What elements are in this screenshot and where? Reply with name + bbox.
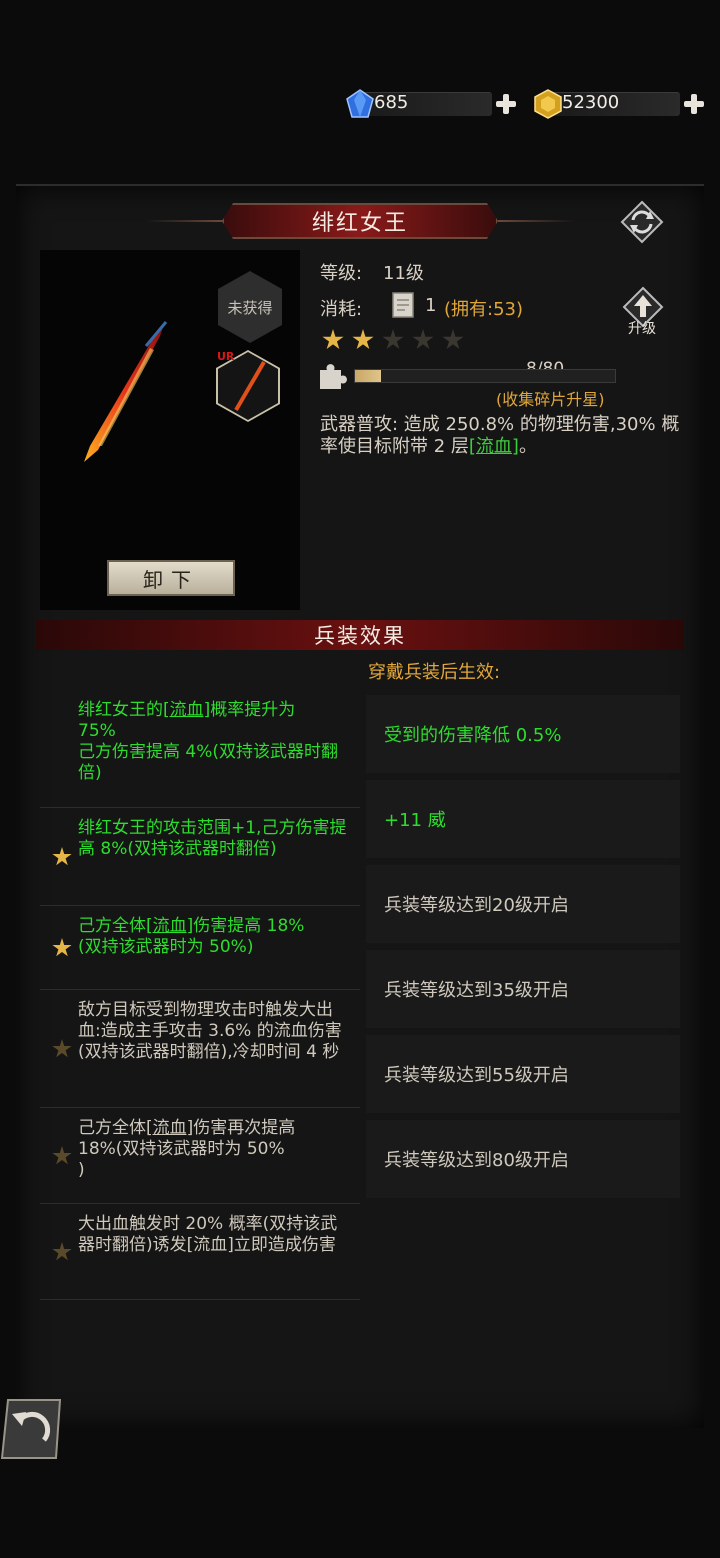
bleed-link[interactable]: [流血] [469, 436, 519, 457]
skill-text: 己方全体[流血]伤害再次提高 18%(双持该武器时为 50% ) [78, 1118, 354, 1181]
skill-text-part: 己方全体 [78, 1118, 146, 1138]
bonus-row: 兵装等级达到35级开启 [366, 950, 680, 1028]
title-line-left [145, 220, 223, 222]
star-icon [52, 1146, 72, 1165]
skill-text-part: 绯红女王的 [78, 700, 163, 720]
cost-label: 消耗: [320, 299, 363, 320]
add-gems-button[interactable] [494, 92, 518, 116]
level-value: 11级 [383, 263, 424, 284]
puzzle-piece-icon [320, 364, 347, 389]
weapon-description: 武器普攻: 造成 250.8% 的物理伤害,30% 概率使目标附带 2 层[流血… [320, 414, 680, 458]
star-icon [52, 1039, 72, 1058]
effects-header: 兵装效果 [36, 620, 684, 650]
scroll-icon [392, 292, 414, 318]
description-end: 。 [518, 436, 537, 457]
rarity-tag: UR [217, 350, 235, 363]
add-gold-button[interactable] [682, 92, 706, 116]
skill-row: 己方全体[流血]伤害再次提高 18%(双持该武器时为 50% ) [40, 1108, 360, 1204]
bleed-link[interactable]: [流血] [146, 1118, 193, 1138]
star-icon [52, 938, 72, 957]
bonus-row: +11 威 [366, 780, 680, 858]
back-button[interactable] [0, 1396, 64, 1462]
cost-amount: 1 [425, 295, 437, 316]
upgrade-label[interactable]: 升级 [628, 318, 656, 338]
star-icon [52, 1242, 72, 1261]
skill-text: 大出血触发时 20% 概率(双持该武器时翻倍)诱发[流血]立即造成伤害 [78, 1214, 338, 1255]
bonus-row: 受到的伤害降低 0.5% [366, 695, 680, 773]
gem-currency: 685 [344, 88, 524, 120]
weapon-title: 绯红女王 [222, 203, 498, 239]
skill-text: 绯红女王的[流血]概率提升为 75% 己方伤害提高 4%(双持该武器时翻倍) [78, 700, 354, 784]
shard-hint: (收集碎片升星) [496, 390, 605, 409]
shard-progress-bar [354, 369, 616, 383]
gem-count: 685 [374, 92, 409, 113]
skill-text-part: 己方全体 [78, 916, 146, 936]
shard-progress-fill [355, 370, 381, 382]
bonus-row: 兵装等级达到80级开启 [366, 1120, 680, 1198]
skill-text: 敌方目标受到物理攻击时触发大出血:造成主手攻击 3.6% 的流血伤害(双持该武器… [78, 1000, 342, 1062]
skill-row: 绯红女王的[流血]概率提升为 75% 己方伤害提高 4%(双持该武器时翻倍) [40, 690, 360, 808]
skill-text: 绯红女王的攻击范围+1,己方伤害提高 8%(双持该武器时翻倍) [78, 818, 347, 859]
bonus-row: 兵装等级达到55级开启 [366, 1035, 680, 1113]
bleed-link[interactable]: [流血] [146, 916, 193, 936]
gold-currency: 52300 [532, 88, 712, 120]
bleed-link[interactable]: [流血] [163, 700, 210, 720]
bonus-row: 兵装等级达到20级开启 [366, 865, 680, 943]
wear-condition-label: 穿戴兵装后生效: [368, 662, 501, 683]
star-icon [52, 847, 72, 866]
blue-gem-icon [346, 89, 374, 118]
title-line-right [498, 220, 576, 222]
skill-text: 己方全体[流血]伤害提高 18% (双持该武器时为 50%) [78, 916, 354, 958]
skill-row: 大出血触发时 20% 概率(双持该武器时翻倍)诱发[流血]立即造成伤害 [40, 1204, 360, 1300]
gold-gem-icon [534, 89, 562, 119]
refresh-icon[interactable] [620, 200, 664, 244]
skill-row: 绯红女王的攻击范围+1,己方伤害提高 8%(双持该武器时翻倍) [40, 808, 360, 906]
level-label: 等级: [320, 263, 363, 284]
unequip-button[interactable]: 卸下 [107, 560, 235, 596]
cost-owned: (拥有:53) [444, 299, 524, 320]
skill-row: 己方全体[流血]伤害提高 18% (双持该武器时为 50%) [40, 906, 360, 990]
skill-row: 敌方目标受到物理攻击时触发大出血:造成主手攻击 3.6% 的流血伤害(双持该武器… [40, 990, 360, 1108]
gold-count: 52300 [562, 92, 620, 113]
